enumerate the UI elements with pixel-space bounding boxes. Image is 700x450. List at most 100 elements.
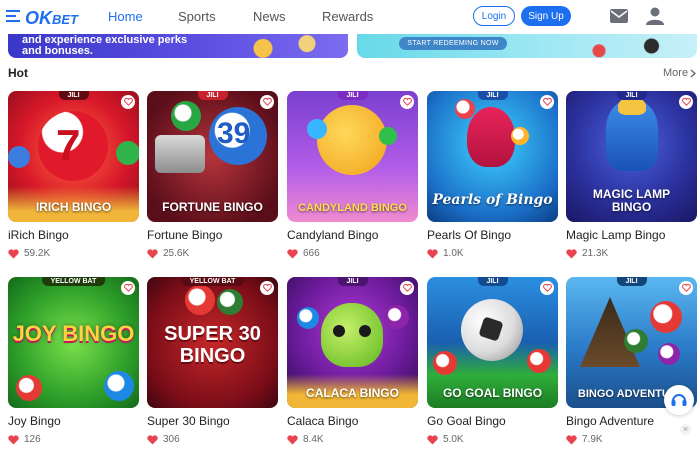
customer-support-button[interactable] [664, 385, 694, 415]
banner-text: and experience exclusive perks and bonus… [22, 34, 188, 57]
likes-value: 7.9K [582, 434, 603, 445]
likes-count: 8.4K [287, 434, 418, 445]
likes-value: 59.2K [24, 248, 51, 259]
heart-icon [566, 434, 577, 444]
game-card[interactable]: JILI Pearls of Bingo Pearls Of Bingo 1.0… [427, 91, 558, 259]
game-name[interactable]: Go Goal Bingo [427, 414, 558, 428]
promo-banner-left[interactable]: and experience exclusive perks and bonus… [8, 34, 348, 58]
bingo-ball [8, 146, 30, 168]
likes-count: 25.6K [147, 248, 278, 259]
game-thumbnail[interactable]: 39 JILI FORTUNE BINGO [147, 91, 278, 222]
promo-banner-right[interactable]: START REDEEMING NOW [357, 34, 697, 58]
game-card[interactable]: JILI MAGIC LAMP BINGO Magic Lamp Bingo 2… [566, 91, 697, 259]
bingo-ball [16, 375, 42, 401]
bingo-ball [116, 141, 139, 165]
favorite-icon[interactable] [679, 95, 693, 109]
headset-icon [671, 394, 687, 406]
game-name[interactable]: Pearls Of Bingo [427, 228, 558, 242]
chevron-right-icon [690, 69, 697, 77]
game-card[interactable]: JILI BINGO ADVENTURE Bingo Adventure 7.9… [566, 277, 697, 445]
game-thumbnail[interactable]: JILI CALACA BINGO [287, 277, 418, 408]
favorite-icon[interactable] [121, 281, 135, 295]
signup-button[interactable]: Sign Up [521, 6, 571, 26]
game-card[interactable]: JILI CALACA BINGO Calaca Bingo 8.4K [287, 277, 418, 445]
heart-icon [427, 248, 438, 258]
bingo-ball [511, 127, 529, 145]
more-link[interactable]: More [663, 67, 697, 79]
game-name[interactable]: Calaca Bingo [287, 414, 418, 428]
nav-home[interactable]: Home [108, 9, 143, 24]
game-name[interactable]: iRich Bingo [8, 228, 139, 242]
game-name[interactable]: Super 30 Bingo [147, 414, 278, 428]
game-card[interactable]: YELLOW BAT JOY BINGO Joy Bingo 126 [8, 277, 139, 445]
favorite-icon[interactable] [400, 95, 414, 109]
favorite-icon[interactable] [121, 95, 135, 109]
likes-count: 7.9K [566, 434, 697, 445]
bingo-ball [171, 101, 201, 131]
heart-icon [427, 434, 438, 444]
okbet-logo[interactable]: OK BET [24, 4, 88, 30]
provider-tag: JILI [58, 91, 89, 100]
favorite-icon[interactable] [540, 281, 554, 295]
thumbnail-title: Pearls of Bingo [432, 192, 553, 208]
likes-count: 59.2K [8, 248, 139, 259]
nav-rewards[interactable]: Rewards [322, 9, 373, 24]
ball-number: 7 [56, 121, 81, 170]
likes-count: 1.0K [427, 248, 558, 259]
menu-icon[interactable] [6, 10, 20, 22]
bingo-ball [104, 371, 134, 401]
nav-news[interactable]: News [253, 9, 286, 24]
game-card[interactable]: 39 JILI FORTUNE BINGO Fortune Bingo 25.6… [147, 91, 278, 259]
heart-icon [8, 434, 19, 444]
thumbnail-title: SUPER 30 BINGO [164, 323, 261, 367]
likes-count: 306 [147, 434, 278, 445]
bingo-ball [433, 351, 457, 375]
game-name[interactable]: Bingo Adventure [566, 414, 697, 428]
machine-decoration [155, 135, 205, 173]
bingo-ball [185, 285, 215, 315]
thumbnail-title: MAGIC LAMP BINGO [592, 187, 671, 214]
game-card[interactable]: JILI GO GOAL BINGO Go Goal Bingo 5.0K [427, 277, 558, 445]
provider-tag: JILI [616, 91, 647, 100]
provider-tag: JILI [337, 91, 368, 100]
game-name[interactable]: Magic Lamp Bingo [566, 228, 697, 242]
game-thumbnail[interactable]: JILI CANDYLAND BINGO [287, 91, 418, 222]
bingo-ball [217, 289, 243, 315]
bingo-ball [297, 307, 319, 329]
favorite-icon[interactable] [679, 281, 693, 295]
favorite-icon[interactable] [400, 281, 414, 295]
game-card[interactable]: 7 JILI IRICH BINGO iRich Bingo 59.2K [8, 91, 139, 259]
favorite-icon[interactable] [260, 95, 274, 109]
more-label: More [663, 67, 689, 79]
user-icon[interactable] [646, 7, 664, 25]
thumbnail-title: CANDYLAND BINGO [298, 202, 407, 214]
provider-tag: JILI [337, 277, 368, 286]
game-card[interactable]: YELLOW BAT SUPER 30 BINGO Super 30 Bingo… [147, 277, 278, 445]
game-name[interactable]: Joy Bingo [8, 414, 139, 428]
game-thumbnail[interactable]: JILI GO GOAL BINGO [427, 277, 558, 408]
favorite-icon[interactable] [540, 95, 554, 109]
banner-artwork [230, 34, 340, 58]
game-card[interactable]: JILI CANDYLAND BINGO Candyland Bingo 666 [287, 91, 418, 259]
section-title: Hot [8, 66, 28, 80]
game-name[interactable]: Fortune Bingo [147, 228, 278, 242]
nav-sports[interactable]: Sports [178, 9, 216, 24]
game-thumbnail[interactable]: JILI MAGIC LAMP BINGO [566, 91, 697, 222]
heart-icon [287, 434, 298, 444]
likes-value: 126 [24, 434, 41, 445]
skull-eye [359, 325, 371, 337]
game-thumbnail[interactable]: JILI Pearls of Bingo [427, 91, 558, 222]
game-thumbnail[interactable]: 7 JILI IRICH BINGO [8, 91, 139, 222]
bingo-ball [307, 119, 327, 139]
close-icon[interactable]: × [680, 424, 691, 435]
game-thumbnail[interactable]: YELLOW BAT JOY BINGO [8, 277, 139, 408]
game-name[interactable]: Candyland Bingo [287, 228, 418, 242]
provider-tag: JILI [197, 91, 228, 100]
mail-icon[interactable] [610, 9, 628, 23]
start-redeeming-button[interactable]: START REDEEMING NOW [399, 37, 507, 50]
mermaid-figure [467, 107, 515, 167]
favorite-icon[interactable] [260, 281, 274, 295]
game-thumbnail[interactable]: YELLOW BAT SUPER 30 BINGO [147, 277, 278, 408]
login-button[interactable]: Login [473, 6, 515, 26]
skull-figure [321, 303, 383, 367]
